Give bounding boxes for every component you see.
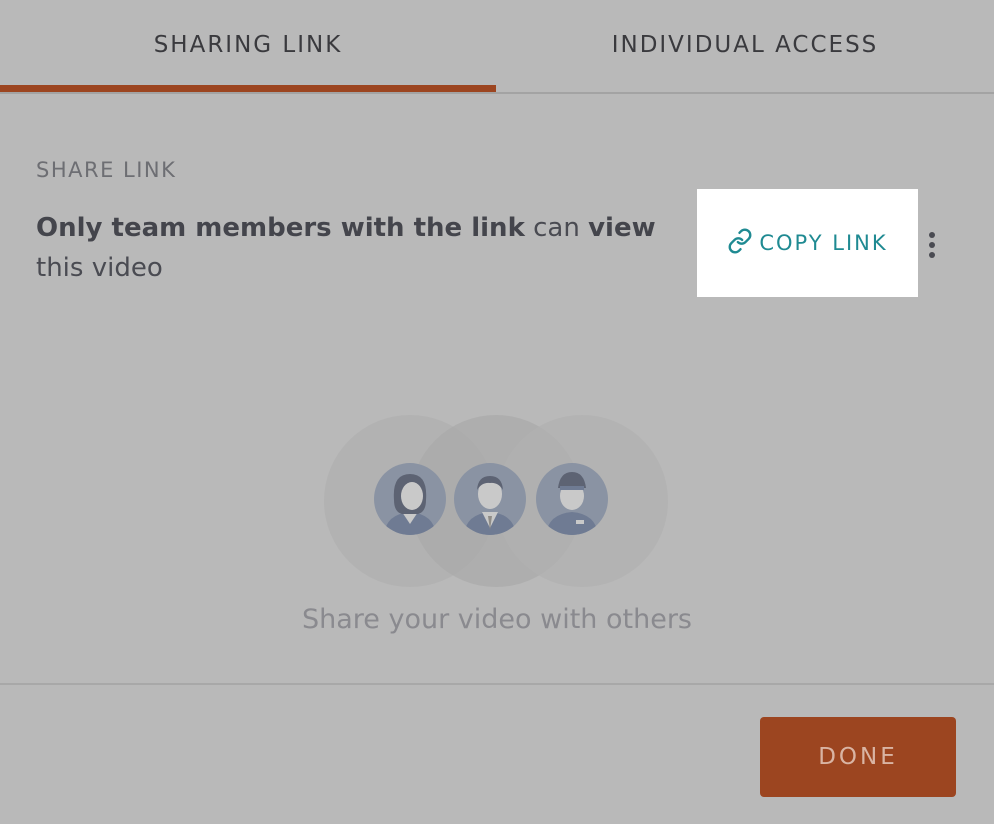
dot bbox=[929, 242, 935, 248]
dot bbox=[929, 232, 935, 238]
done-button[interactable]: DONE bbox=[760, 717, 956, 797]
copy-link-button[interactable]: COPY LINK bbox=[697, 189, 918, 297]
dot bbox=[929, 252, 935, 258]
empty-state-caption: Share your video with others bbox=[302, 604, 692, 635]
active-tab-indicator bbox=[0, 85, 496, 92]
cap-man-avatar-icon bbox=[536, 463, 608, 535]
tab-bar: SHARING LINK INDIVIDUAL ACCESS bbox=[0, 0, 994, 94]
more-options-icon[interactable] bbox=[920, 228, 944, 262]
share-link-heading: SHARE LINK bbox=[36, 158, 177, 182]
tab-sharing-link[interactable]: SHARING LINK bbox=[0, 0, 496, 92]
tab-individual-access[interactable]: INDIVIDUAL ACCESS bbox=[496, 0, 994, 92]
description-permission: view bbox=[588, 213, 656, 243]
link-icon bbox=[727, 227, 753, 259]
tab-sharing-link-label: SHARING LINK bbox=[153, 32, 343, 58]
share-illustration bbox=[322, 414, 670, 588]
share-link-description: Only team members with the link can view… bbox=[36, 208, 676, 288]
description-target: this video bbox=[36, 253, 163, 283]
description-audience: Only team members with the link bbox=[36, 213, 525, 243]
tab-individual-access-label: INDIVIDUAL ACCESS bbox=[611, 32, 879, 58]
footer-divider bbox=[0, 683, 994, 685]
share-dialog: SHARING LINK INDIVIDUAL ACCESS SHARE LIN… bbox=[0, 0, 994, 824]
description-can: can bbox=[524, 213, 589, 243]
woman-avatar-icon bbox=[374, 463, 446, 535]
man-avatar-icon bbox=[454, 463, 526, 535]
copy-link-label: COPY LINK bbox=[759, 231, 888, 255]
